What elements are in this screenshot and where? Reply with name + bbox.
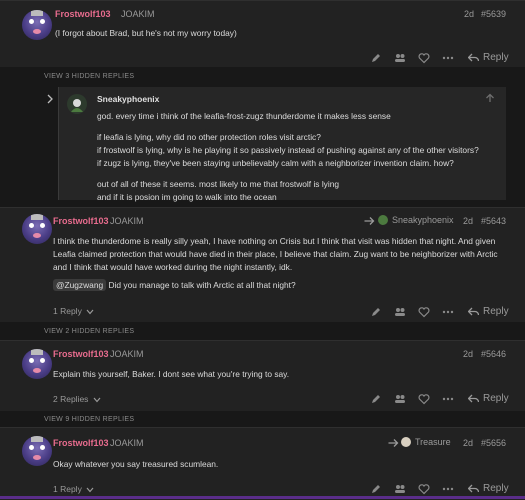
post-handle: JOAKIM [121,9,155,19]
edit-icon[interactable] [370,306,382,318]
post-text: I think the thunderdome is really silly … [53,236,498,291]
post-age[interactable]: 2d [463,438,473,448]
reply-button[interactable]: Reply [468,483,509,494]
reply-to-arrow-icon [388,438,399,447]
avatar[interactable] [22,10,52,40]
post-age[interactable]: 2d [463,349,473,359]
edit-icon[interactable] [370,393,382,405]
users-icon[interactable] [394,306,406,318]
post-number[interactable]: #5643 [481,216,506,226]
post-number[interactable]: #5646 [481,349,506,359]
post-handle: JOAKIM [110,438,144,448]
reply-arrow-icon [468,394,479,404]
like-icon[interactable] [418,306,430,318]
reply-to-arrow-icon [364,216,375,225]
reply-button[interactable]: Reply [468,306,509,317]
edit-icon[interactable] [370,483,382,495]
post-handle: JOAKIM [110,349,144,359]
nested-text: god. every time i think of the leafia-fr… [97,111,479,202]
view-hidden-replies[interactable]: VIEW 2 HIDDEN REPLIES [44,328,134,335]
more-icon[interactable] [442,52,454,64]
users-icon[interactable] [394,52,406,64]
reply-to-avatar [378,215,388,225]
replies-toggle[interactable]: 2 Replies [53,394,101,404]
reply-to-avatar [401,437,411,447]
reply-arrow-icon [468,307,479,317]
replies-toggle[interactable]: 1 Reply [53,306,94,316]
chevron-down-icon [86,487,94,493]
like-icon[interactable] [418,393,430,405]
collapse-icon[interactable] [46,94,56,104]
post-age[interactable]: 2d [464,9,474,19]
post-number[interactable]: #5656 [481,438,506,448]
post-age[interactable]: 2d [463,216,473,226]
reply-button[interactable]: Reply [468,52,509,63]
nested-reply: Sneakyphoenix god. every time i think of… [47,87,506,202]
like-icon[interactable] [418,483,430,495]
post-5639: Frostwolf103 JOAKIM 2d #5639 (I forgot a… [0,0,525,67]
like-icon[interactable] [418,52,430,64]
post-5643: Frostwolf103 JOAKIM Sneakyphoenix 2d #56… [0,207,525,322]
post-5656: Frostwolf103 JOAKIM Treasure 2d #5656 Ok… [0,427,525,500]
user-mention[interactable]: @Zugzwang [53,279,107,291]
chevron-down-icon [86,309,94,315]
avatar[interactable] [67,94,87,114]
post-author[interactable]: Frostwolf103 [53,349,109,359]
replies-toggle[interactable]: 1 Reply [53,484,94,494]
edit-icon[interactable] [370,52,382,64]
avatar[interactable] [22,436,52,466]
post-number[interactable]: #5639 [481,9,506,19]
nested-author[interactable]: Sneakyphoenix [97,94,159,104]
jump-up-icon[interactable] [485,93,495,103]
chevron-down-icon [93,397,101,403]
post-text: Okay whatever you say treasured scumlean… [53,459,219,469]
more-icon[interactable] [442,393,454,405]
post-5646: Frostwolf103 JOAKIM 2d #5646 Explain thi… [0,340,525,411]
post-text: Explain this yourself, Baker. I dont see… [53,369,290,379]
reply-button[interactable]: Reply [468,393,509,404]
reply-arrow-icon [468,53,479,63]
users-icon[interactable] [394,393,406,405]
avatar[interactable] [22,214,52,244]
post-text: (I forgot about Brad, but he's not my wo… [55,28,237,38]
view-hidden-replies[interactable]: VIEW 3 HIDDEN REPLIES [44,73,134,80]
users-icon[interactable] [394,483,406,495]
more-icon[interactable] [442,306,454,318]
view-hidden-replies[interactable]: VIEW 9 HIDDEN REPLIES [44,416,134,423]
more-icon[interactable] [442,483,454,495]
post-author[interactable]: Frostwolf103 [53,216,109,226]
reply-arrow-icon [468,484,479,494]
post-author[interactable]: Frostwolf103 [53,438,109,448]
avatar[interactable] [22,349,52,379]
post-author[interactable]: Frostwolf103 [55,9,111,19]
post-handle: JOAKIM [110,216,144,226]
